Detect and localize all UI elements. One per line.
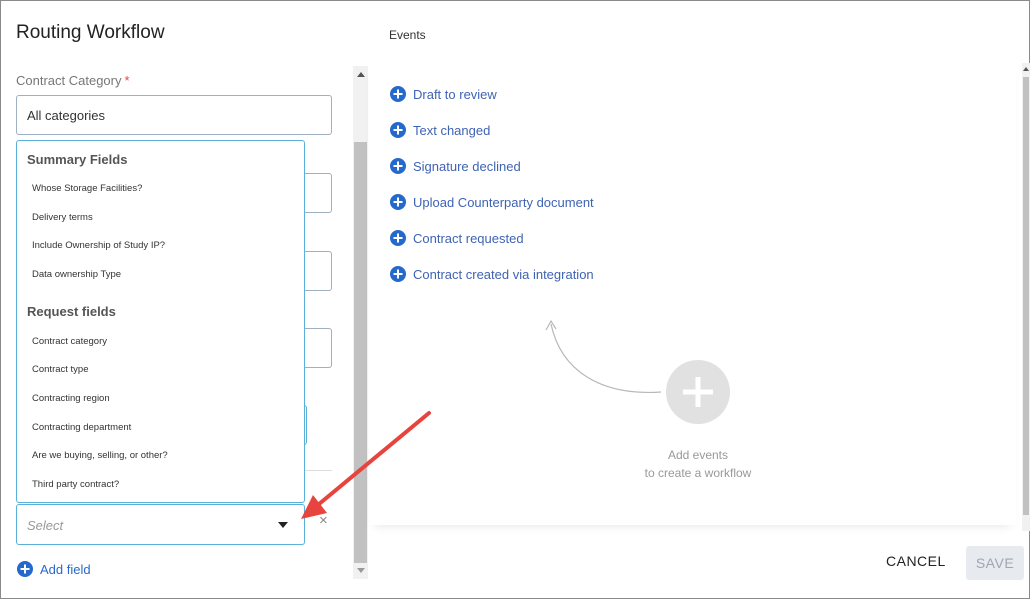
plus-circle-icon: [390, 158, 406, 174]
group-summary-fields: Summary Fields: [27, 152, 128, 167]
page-title: Routing Workflow: [16, 22, 165, 43]
background-field: [301, 251, 332, 291]
menu-item-contract-type[interactable]: Contract type: [32, 364, 89, 375]
plus-circle-icon: [390, 230, 406, 246]
background-field: [301, 328, 332, 368]
event-label: Text changed: [413, 122, 491, 138]
event-contract-created-via-integration[interactable]: Contract created via integration: [390, 266, 594, 282]
select-placeholder: Select: [27, 518, 64, 533]
scrollbar-thumb[interactable]: [1023, 77, 1029, 515]
field-select[interactable]: Select: [16, 504, 305, 545]
group-request-fields: Request fields: [27, 304, 116, 319]
event-contract-requested[interactable]: Contract requested: [390, 230, 524, 246]
required-mark: *: [124, 73, 130, 88]
add-field-label: Add field: [40, 561, 91, 577]
menu-item-contracting-department[interactable]: Contracting department: [32, 422, 131, 433]
empty-hint-line2: to create a workflow: [644, 466, 752, 480]
event-label: Upload Counterparty document: [413, 194, 594, 210]
menu-item-delivery-terms[interactable]: Delivery terms: [32, 212, 93, 223]
events-title: Events: [389, 28, 426, 42]
plus-circle-icon: [390, 266, 406, 282]
menu-item-whose-storage-facilities[interactable]: Whose Storage Facilities?: [32, 183, 142, 194]
routing-workflow-dialog: Routing Workflow Contract Category * All …: [0, 0, 1030, 599]
plus-circle-icon: [17, 561, 33, 577]
event-signature-declined[interactable]: Signature declined: [390, 158, 521, 174]
field-dropdown-menu: Summary Fields Whose Storage Facilities?…: [16, 140, 305, 503]
plus-circle-icon: [390, 194, 406, 210]
menu-item-buying-selling-other[interactable]: Are we buying, selling, or other?: [32, 450, 168, 461]
add-field-button[interactable]: Add field: [17, 561, 91, 577]
plus-circle-icon: [390, 122, 406, 138]
contract-category-label-text: Contract Category: [16, 73, 122, 88]
scroll-up-arrow-icon[interactable]: [1023, 67, 1029, 71]
scroll-down-arrow-icon[interactable]: [357, 568, 365, 573]
event-draft-to-review[interactable]: Draft to review: [390, 86, 497, 102]
contract-category-select[interactable]: All categories: [16, 95, 332, 135]
event-label: Draft to review: [413, 86, 497, 102]
menu-item-contract-category[interactable]: Contract category: [32, 336, 107, 347]
plus-circle-icon: [390, 86, 406, 102]
events-scrollbar[interactable]: [1022, 63, 1030, 531]
empty-hint-line1: Add events: [667, 448, 729, 462]
event-label: Signature declined: [413, 158, 521, 174]
menu-item-contracting-region[interactable]: Contracting region: [32, 393, 110, 404]
menu-item-data-ownership-type[interactable]: Data ownership Type: [32, 269, 121, 280]
curved-hint-arrow-icon: [545, 319, 662, 394]
scroll-up-arrow-icon[interactable]: [357, 72, 365, 77]
background-field: [301, 173, 332, 213]
event-upload-counterparty-document[interactable]: Upload Counterparty document: [390, 194, 594, 210]
add-event-plus-icon[interactable]: [666, 360, 730, 424]
event-text-changed[interactable]: Text changed: [390, 122, 490, 138]
cancel-button[interactable]: CANCEL: [886, 553, 946, 569]
empty-state-hint: Add events to create a workflow: [613, 446, 783, 482]
event-label: Contract created via integration: [413, 266, 594, 282]
contract-category-label: Contract Category *: [16, 73, 130, 88]
event-label: Contract requested: [413, 230, 524, 246]
save-button[interactable]: SAVE: [966, 546, 1024, 580]
caret-down-icon[interactable]: [278, 522, 288, 528]
menu-item-include-ownership-study-ip[interactable]: Include Ownership of Study IP?: [32, 240, 165, 251]
annotation-arrow-icon: [301, 411, 431, 519]
menu-item-third-party-contract[interactable]: Third party contract?: [32, 479, 119, 490]
